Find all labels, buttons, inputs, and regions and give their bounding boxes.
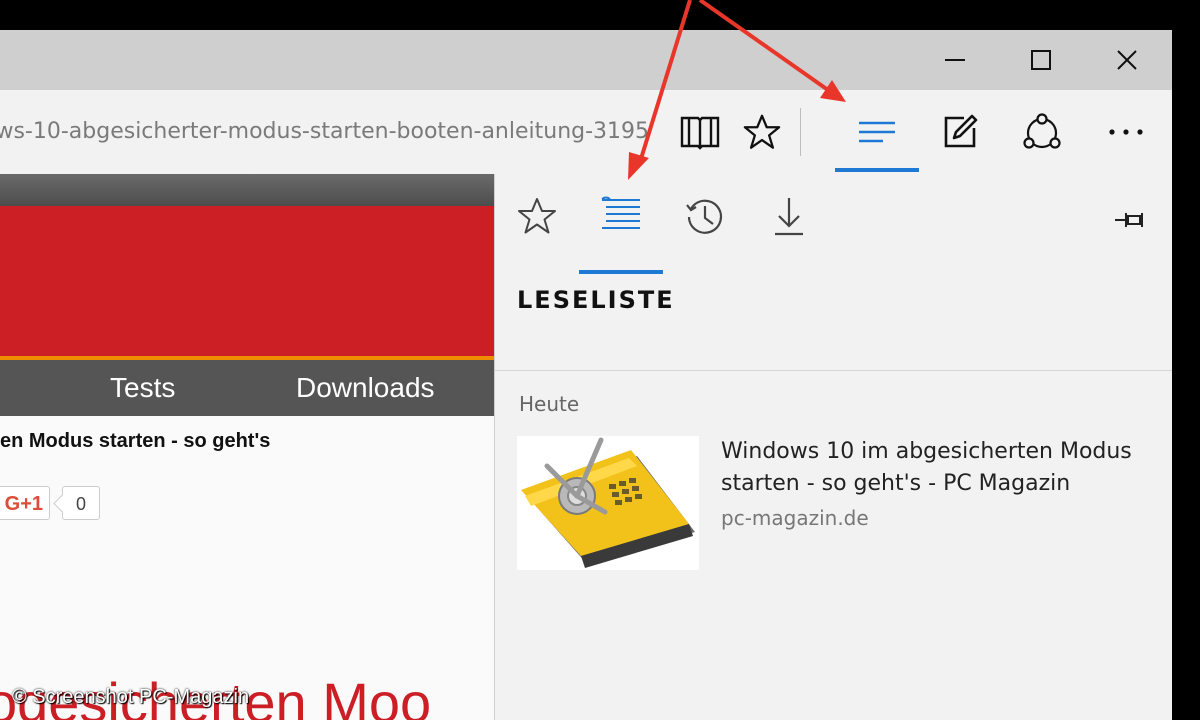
tab-reading-list[interactable] <box>579 194 663 274</box>
minimize-icon <box>945 59 965 61</box>
web-note-button[interactable] <box>932 106 988 158</box>
favorite-button[interactable] <box>734 106 790 158</box>
more-button[interactable] <box>1098 106 1154 158</box>
hub-panel: LESELISTE Heute Windows 10 im abgesicher… <box>494 174 1172 720</box>
minimize-button[interactable] <box>912 30 998 90</box>
nav-item-tests[interactable]: Tests <box>110 360 175 416</box>
reading-view-button[interactable] <box>672 106 728 158</box>
reading-list-icon <box>601 196 640 229</box>
history-icon <box>686 199 723 234</box>
hub-divider <box>495 370 1172 371</box>
close-button[interactable] <box>1084 30 1170 90</box>
maximize-button[interactable] <box>998 30 1084 90</box>
more-icon <box>1109 129 1143 135</box>
favorite-star-icon <box>743 114 781 149</box>
web-page: Tests Downloads en Modus starten - so ge… <box>0 174 494 720</box>
tab-downloads[interactable] <box>747 194 831 274</box>
site-nav: Tests Downloads <box>0 360 494 416</box>
web-note-icon <box>944 114 978 148</box>
pin-icon <box>1115 213 1143 227</box>
screenshot-credit: © Screenshot PC-Magazin <box>12 686 250 708</box>
close-icon <box>1117 50 1137 70</box>
browser-window: ows-10-abgesicherter-modus-starten-boote… <box>0 30 1172 720</box>
site-header-banner <box>0 206 494 360</box>
share-icon <box>1023 113 1061 149</box>
item-title: Windows 10 im abgesicherten Modus starte… <box>721 439 1132 496</box>
gplus-count: 0 <box>62 486 100 520</box>
item-thumbnail <box>517 436 699 570</box>
group-label: Heute <box>519 392 580 416</box>
downloads-icon <box>775 198 803 236</box>
hub-button[interactable] <box>849 106 905 158</box>
url-text: ows-10-abgesicherter-modus-starten-boote… <box>0 119 650 144</box>
url-field[interactable]: ows-10-abgesicherter-modus-starten-boote… <box>0 114 660 150</box>
hub-active-indicator <box>835 168 919 172</box>
reading-view-icon <box>680 116 720 150</box>
favorites-icon <box>518 198 556 234</box>
page-top-bar <box>0 174 494 206</box>
pin-button[interactable] <box>1111 200 1151 240</box>
item-domain: pc-magazin.de <box>721 506 869 530</box>
nav-item-downloads[interactable]: Downloads <box>296 360 435 416</box>
title-bar[interactable] <box>0 30 1172 90</box>
hub-icon <box>859 121 895 143</box>
gplus-button[interactable]: G+1 <box>0 486 50 520</box>
share-button[interactable] <box>1014 106 1070 158</box>
toolbar-separator <box>800 108 801 156</box>
reading-list-item[interactable]: Windows 10 im abgesicherten Modus starte… <box>517 436 1157 572</box>
article-headline: en Modus starten - so geht's <box>0 430 271 452</box>
tab-favorites[interactable] <box>495 194 579 274</box>
address-bar: ows-10-abgesicherter-modus-starten-boote… <box>0 90 1172 175</box>
laptop-safe-image <box>517 436 699 570</box>
hub-title: LESELISTE <box>517 286 675 314</box>
tab-history[interactable] <box>663 194 747 274</box>
maximize-icon <box>1031 50 1051 70</box>
